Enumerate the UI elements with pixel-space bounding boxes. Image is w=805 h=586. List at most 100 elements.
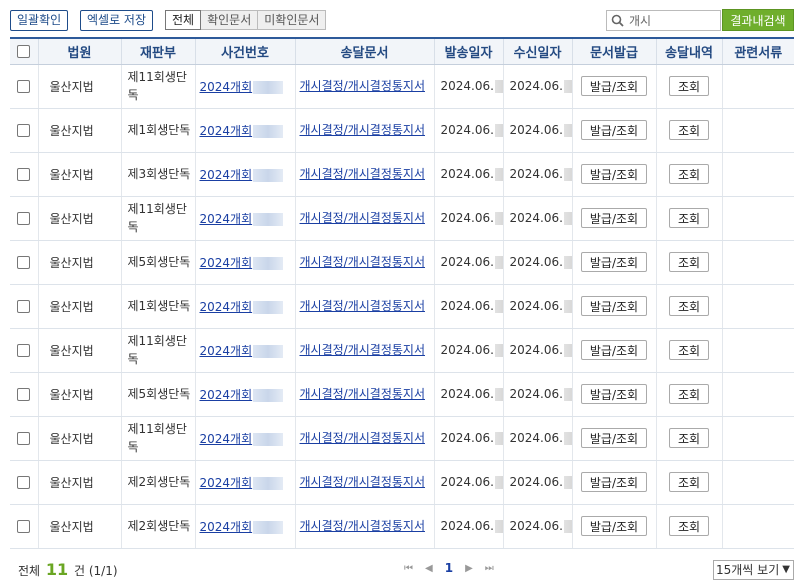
- history-view-button[interactable]: 조회: [668, 164, 710, 184]
- table-row: 울산지법 제1회생단독 2024개회 개시결정/개시결정통지서 2024.06.…: [10, 284, 794, 329]
- document-link[interactable]: 개시결정/개시결정통지서: [300, 519, 425, 533]
- total-prefix: 전체: [18, 564, 41, 578]
- row-checkbox[interactable]: [17, 300, 31, 313]
- division-cell: 제3회생단독: [120, 152, 195, 197]
- issue-view-button[interactable]: 발급/조회: [580, 252, 648, 272]
- select-all-checkbox[interactable]: [17, 44, 31, 58]
- row-checkbox[interactable]: [17, 80, 31, 93]
- redacted-case-number: [253, 432, 284, 446]
- search-in-results-button[interactable]: 결과내검색: [722, 9, 794, 31]
- document-link[interactable]: 개시결정/개시결정통지서: [300, 431, 425, 445]
- row-checkbox[interactable]: [17, 124, 31, 137]
- sent-date: 2024.06.: [440, 475, 494, 489]
- document-link[interactable]: 개시결정/개시결정통지서: [300, 387, 425, 401]
- history-view-button[interactable]: 조회: [668, 120, 710, 140]
- case-number-link[interactable]: 2024개회: [200, 344, 253, 358]
- redacted-case-number: [253, 388, 284, 402]
- row-checkbox[interactable]: [17, 344, 31, 357]
- issue-view-button[interactable]: 발급/조회: [580, 340, 648, 360]
- case-number-link[interactable]: 2024개회: [200, 520, 253, 534]
- document-link[interactable]: 개시결정/개시결정통지서: [300, 343, 425, 357]
- page-size-select[interactable]: 15개씩 보기 ▼: [713, 560, 794, 580]
- history-view-button[interactable]: 조회: [668, 208, 710, 228]
- case-number-link[interactable]: 2024개회: [200, 476, 253, 490]
- issue-view-button[interactable]: 발급/조회: [580, 208, 648, 228]
- last-page-icon[interactable]: ⏭: [485, 563, 494, 574]
- issue-view-button[interactable]: 발급/조회: [580, 428, 648, 448]
- related-documents-cell: [721, 372, 794, 417]
- related-documents-cell: [721, 196, 794, 241]
- document-link[interactable]: 개시결정/개시결정통지서: [300, 123, 425, 137]
- case-number-link[interactable]: 2024개회: [200, 300, 253, 314]
- document-link[interactable]: 개시결정/개시결정통지서: [300, 255, 425, 269]
- search-input[interactable]: [629, 12, 719, 29]
- filter-tab-all[interactable]: 전체: [165, 10, 202, 30]
- first-page-icon[interactable]: ⏮: [404, 563, 413, 574]
- case-number-link[interactable]: 2024개회: [200, 212, 253, 226]
- history-view-button[interactable]: 조회: [668, 516, 710, 536]
- filter-tab-unconfirmed[interactable]: 미확인문서: [258, 10, 327, 30]
- case-number-link[interactable]: 2024개회: [200, 80, 253, 94]
- document-link[interactable]: 개시결정/개시결정통지서: [300, 211, 425, 225]
- row-select-cell: [10, 196, 38, 241]
- case-number-cell: 2024개회: [194, 64, 295, 109]
- filter-tab-confirmed[interactable]: 확인문서: [201, 10, 259, 30]
- row-checkbox[interactable]: [17, 388, 31, 401]
- received-date: 2024.06.: [509, 211, 563, 225]
- history-view-button[interactable]: 조회: [668, 296, 710, 316]
- issue-view-button[interactable]: 발급/조회: [580, 120, 648, 140]
- row-checkbox[interactable]: [17, 432, 31, 445]
- redacted-case-number: [253, 168, 284, 182]
- issue-view-button[interactable]: 발급/조회: [580, 76, 648, 96]
- received-date-cell: 2024.06.: [502, 416, 572, 461]
- court-cell: 울산지법: [37, 284, 121, 329]
- document-link[interactable]: 개시결정/개시결정통지서: [300, 167, 425, 181]
- document-link[interactable]: 개시결정/개시결정통지서: [300, 79, 425, 93]
- issue-view-button[interactable]: 발급/조회: [580, 164, 648, 184]
- current-page[interactable]: 1: [445, 561, 453, 575]
- case-number-link[interactable]: 2024개회: [200, 256, 253, 270]
- case-number-link[interactable]: 2024개회: [200, 388, 253, 402]
- history-view-button[interactable]: 조회: [668, 472, 710, 492]
- issue-view-button[interactable]: 발급/조회: [580, 472, 648, 492]
- row-checkbox[interactable]: [17, 476, 31, 489]
- row-checkbox[interactable]: [17, 256, 31, 269]
- redacted-sent-date: [494, 432, 503, 445]
- header-division: 재판부: [120, 37, 195, 65]
- row-select-cell: [10, 284, 38, 329]
- case-number-link[interactable]: 2024개회: [200, 432, 253, 446]
- sent-date: 2024.06.: [440, 431, 494, 445]
- case-number-link[interactable]: 2024개회: [200, 168, 253, 182]
- received-date: 2024.06.: [509, 299, 563, 313]
- history-view-button[interactable]: 조회: [668, 428, 710, 448]
- document-link[interactable]: 개시결정/개시결정통지서: [300, 299, 425, 313]
- redacted-case-number: [253, 80, 284, 94]
- header-case-number: 사건번호: [194, 37, 295, 65]
- document-issue-cell: 발급/조회: [571, 416, 656, 461]
- issue-view-button[interactable]: 발급/조회: [580, 384, 648, 404]
- received-date-cell: 2024.06.: [502, 196, 572, 241]
- history-view-button[interactable]: 조회: [668, 76, 710, 96]
- row-checkbox[interactable]: [17, 520, 31, 533]
- issue-view-button[interactable]: 발급/조회: [580, 516, 648, 536]
- document-issue-cell: 발급/조회: [571, 152, 656, 197]
- case-number-link[interactable]: 2024개회: [200, 124, 253, 138]
- case-number-cell: 2024개회: [194, 284, 295, 329]
- next-page-icon[interactable]: ▶: [465, 563, 473, 574]
- history-view-button[interactable]: 조회: [668, 384, 710, 404]
- table-body: 울산지법 제11회생단독 2024개회 개시결정/개시결정통지서 2024.06…: [10, 64, 794, 549]
- issue-view-button[interactable]: 발급/조회: [580, 296, 648, 316]
- row-checkbox[interactable]: [17, 168, 31, 181]
- prev-page-icon[interactable]: ◀: [425, 563, 433, 574]
- history-view-button[interactable]: 조회: [668, 252, 710, 272]
- delivery-history-cell: 조회: [655, 240, 722, 285]
- redacted-case-number: [253, 520, 284, 534]
- document-link[interactable]: 개시결정/개시결정통지서: [300, 475, 425, 489]
- excel-save-button[interactable]: 엑셀로 저장: [80, 10, 154, 31]
- history-view-button[interactable]: 조회: [668, 340, 710, 360]
- redacted-sent-date: [494, 168, 503, 181]
- sent-date-cell: 2024.06.: [433, 328, 503, 373]
- bulk-confirm-button[interactable]: 일괄확인: [10, 10, 69, 31]
- row-checkbox[interactable]: [17, 212, 31, 225]
- sent-date: 2024.06.: [440, 79, 494, 93]
